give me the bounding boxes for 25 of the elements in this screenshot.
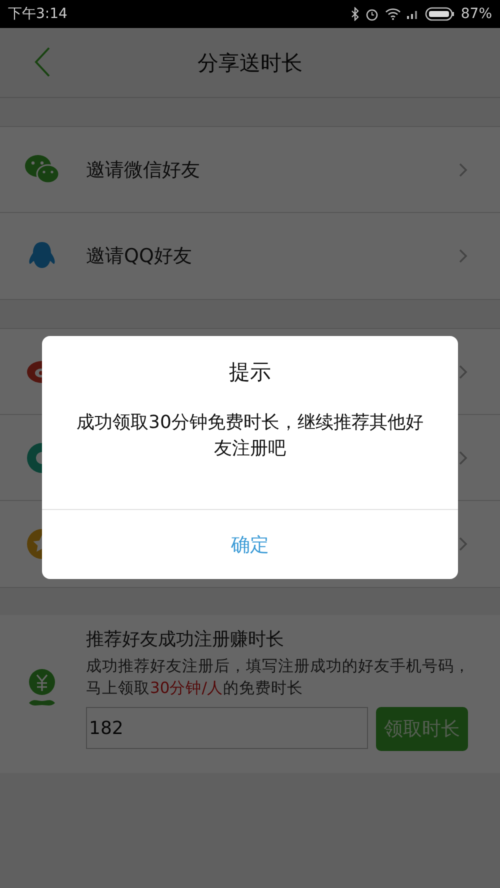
dialog-title: 提示	[229, 359, 271, 386]
chevron-right-icon	[458, 364, 468, 380]
chat-bubbles-icon	[24, 154, 60, 186]
chevron-right-icon	[458, 162, 468, 178]
dialog-message: 成功领取30分钟免费时长，继续推荐其他好友注册吧	[76, 411, 424, 461]
confirm-button[interactable]: 确定	[42, 509, 458, 579]
wifi-icon	[384, 8, 401, 20]
battery-icon	[424, 7, 455, 21]
signal-icon	[406, 9, 419, 19]
share-item[interactable]: 邀请QQ好友	[0, 213, 500, 299]
page-title: 分享送时长	[198, 50, 302, 76]
share-item[interactable]: 邀请微信好友	[0, 127, 500, 213]
back-icon[interactable]	[33, 46, 51, 78]
share-label: 邀请QQ好友	[86, 244, 192, 269]
chevron-right-icon	[458, 248, 468, 264]
chevron-right-icon	[458, 536, 468, 552]
chevron-right-icon	[458, 450, 468, 466]
referral-description: 成功推荐好友注册后，填写注册成功的好友手机号码，马上领取30分钟/人的免费时长	[86, 656, 471, 699]
battery-level: 87%	[460, 6, 492, 22]
share-label: 邀请微信好友	[86, 158, 200, 182]
phone-input[interactable]: 182	[86, 707, 368, 749]
alarm-icon	[364, 7, 379, 21]
bluetooth-icon	[350, 7, 359, 21]
referral-title: 推荐好友成功注册赚时长	[86, 628, 285, 651]
status-time: 下午3:14	[8, 5, 68, 23]
